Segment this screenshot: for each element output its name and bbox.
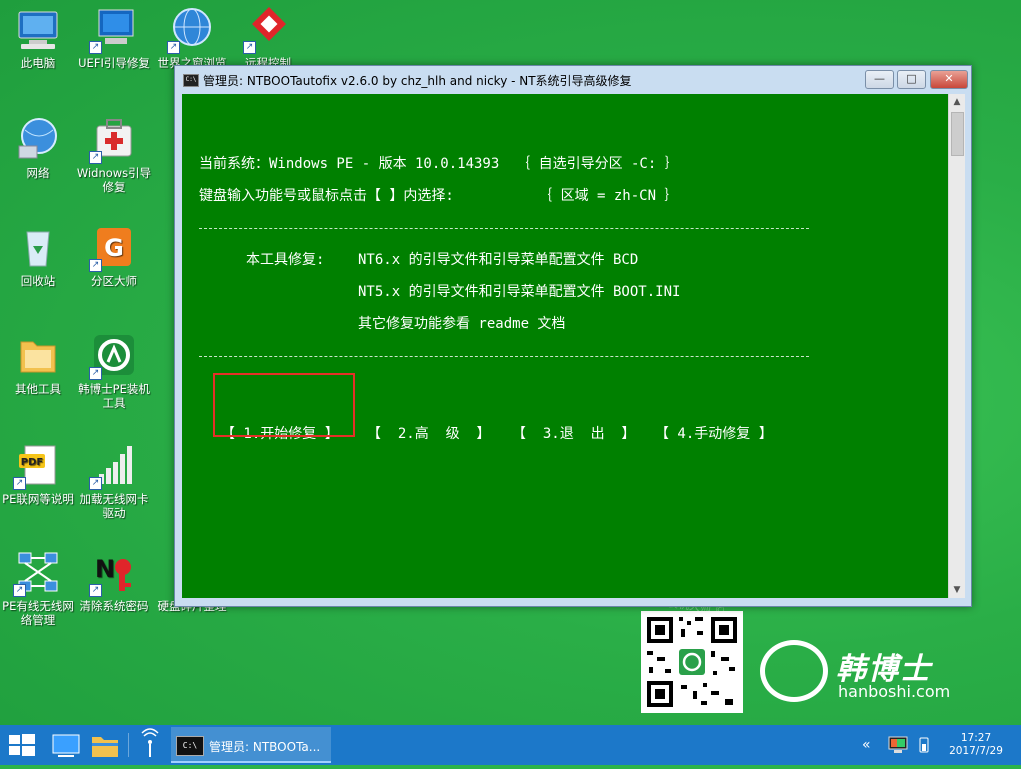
- minimize-button[interactable]: —: [865, 70, 894, 89]
- shortcut-arrow-icon: ↗: [89, 477, 102, 490]
- desktop-icon-label: PE联网等说明: [2, 492, 74, 506]
- svg-text:G: G: [104, 234, 124, 262]
- partition-icon: G ↗: [89, 224, 137, 272]
- folder-icon: [15, 332, 61, 378]
- maximize-button[interactable]: □: [897, 70, 926, 89]
- hanboshi-icon: ↗: [89, 332, 137, 380]
- clock-time[interactable]: 17:27: [946, 732, 1006, 744]
- recycle-bin-icon: [15, 224, 61, 270]
- file-explorer-icon: [92, 737, 118, 757]
- windows-logo-icon: [9, 734, 35, 756]
- console-app-icon: C:\: [176, 736, 204, 756]
- console-area[interactable]: 当前系统：Windows PE - 版本 10.0.14393 ｛ 自选引导分区…: [182, 94, 948, 598]
- key-icon: N ↗: [89, 549, 137, 597]
- vertical-scrollbar[interactable]: ▲ ▼: [948, 94, 965, 598]
- file-explorer-button[interactable]: [88, 725, 122, 765]
- pdf-icon: PDF ↗: [13, 442, 61, 490]
- hanboshi-logo-icon: [760, 640, 828, 702]
- scroll-thumb[interactable]: [951, 112, 964, 156]
- shortcut-arrow-icon: ↗: [167, 41, 180, 54]
- shortcut-arrow-icon: ↗: [89, 151, 102, 164]
- selection-highlight-box: [213, 373, 355, 437]
- desktop-icon-uefi-repair[interactable]: ↗ UEFI引导修复: [76, 2, 152, 70]
- desktop-icon-label: 韩博士PE装机工具: [78, 382, 150, 410]
- desktop-icon-label: Widnows引导修复: [76, 166, 152, 194]
- scroll-up-icon[interactable]: ▲: [949, 94, 965, 110]
- desktop-icon-windows-boot-repair[interactable]: ↗ Widnows引导修复: [76, 112, 152, 194]
- desktop-icon-network[interactable]: 网络: [0, 112, 76, 180]
- shortcut-arrow-icon: ↗: [89, 41, 102, 54]
- desktop-icon-label: 加载无线网卡驱动: [79, 492, 149, 520]
- desktop-button[interactable]: [48, 725, 84, 765]
- console-window[interactable]: C:\ 管理员: NTBOOTautofix v2.6.0 by chz_hlh…: [174, 65, 972, 607]
- wifi-signal-icon: ↗: [89, 442, 137, 490]
- separator-line: [199, 228, 809, 229]
- remote-control-icon: ↗: [243, 6, 291, 54]
- desktop-icon-label: UEFI引导修复: [78, 56, 150, 70]
- network-globe-icon: [15, 116, 61, 162]
- console-app-icon: C:\: [183, 74, 199, 87]
- window-titlebar[interactable]: C:\ 管理员: NTBOOTautofix v2.6.0 by chz_hlh…: [175, 66, 971, 94]
- display-tray-icon[interactable]: [888, 736, 908, 758]
- desktop-icon-pe-network-guide[interactable]: PDF ↗ PE联网等说明: [0, 438, 76, 506]
- desktop-icon-clear-password[interactable]: N ↗ 清除系统密码: [76, 545, 152, 613]
- first-aid-kit-icon: ↗: [89, 116, 137, 164]
- desktop-icon-network-manager[interactable]: ↗ PE有线无线网络管理: [0, 545, 76, 627]
- desktop-icon-label: 此电脑: [20, 56, 56, 70]
- input-prompt-line: 键盘输入功能号或鼠标点击【 】内选择: ｛ 区域 = zh-CN ｝: [199, 188, 679, 204]
- scroll-down-icon[interactable]: ▼: [949, 582, 965, 598]
- network-diagram-icon: ↗: [13, 549, 61, 597]
- desktop-icon-wifi-driver[interactable]: ↗ 加载无线网卡驱动: [76, 438, 152, 520]
- desktop-icon-recycle-bin[interactable]: 回收站: [0, 220, 76, 288]
- svg-text:N: N: [95, 555, 115, 583]
- desktop-icon-browser[interactable]: ↗ 世界之窗浏览: [154, 2, 230, 70]
- desktop-icon-hanboshi-pe[interactable]: ↗ 韩博士PE装机工具: [76, 328, 152, 410]
- desktop-icon-other-tools[interactable]: 其他工具: [0, 328, 76, 396]
- tray-expand-icon[interactable]: «: [862, 737, 871, 753]
- repair-other-line: 其它修复功能参看 readme 文档: [358, 316, 566, 332]
- task-label: 管理员: NTBOOTa...: [209, 740, 321, 754]
- desktop-icon-label: PE有线无线网络管理: [2, 599, 74, 627]
- clock-date[interactable]: 2017/7/29: [946, 745, 1006, 757]
- window-title: 管理员: NTBOOTautofix v2.6.0 by chz_hlh and…: [203, 74, 632, 88]
- desktop-icon-label: 回收站: [20, 274, 56, 288]
- desktop-icon-label: 网络: [26, 166, 50, 180]
- shortcut-arrow-icon: ↗: [89, 259, 102, 272]
- shortcut-arrow-icon: ↗: [243, 41, 256, 54]
- repair-nt5-line: NT5.x 的引导文件和引导菜单配置文件 BOOT.INI: [358, 284, 681, 300]
- separator-line: [199, 356, 809, 357]
- brand-url: hanboshi.com: [838, 682, 951, 701]
- desktop-icon-partition-master[interactable]: G ↗ 分区大师: [76, 220, 152, 288]
- current-system-line: 当前系统：Windows PE - 版本 10.0.14393 ｛ 自选引导分区…: [199, 156, 679, 172]
- desktop-icon-this-pc[interactable]: 此电脑: [0, 2, 76, 70]
- desktop-icon-label: 分区大师: [91, 274, 137, 288]
- menu-exit[interactable]: 【 3.退 出 】: [512, 423, 635, 443]
- desktop: © 韩博士装机大师 © 此电脑 ↗ UEFI引导修复 ↗ 世界之窗浏览 ↗ 远程…: [0, 0, 1021, 725]
- shortcut-arrow-icon: ↗: [13, 477, 26, 490]
- repair-label: 本工具修复:: [246, 252, 325, 268]
- taskbar: C:\ 管理员: NTBOOTa... « 17:27 2017/7/29: [0, 725, 1021, 765]
- taskbar-separator: [128, 733, 129, 757]
- shortcut-arrow-icon: ↗: [89, 584, 102, 597]
- show-desktop-icon: [52, 734, 80, 757]
- start-button[interactable]: [0, 725, 44, 765]
- globe-icon: ↗: [167, 6, 215, 54]
- svg-text:PDF: PDF: [21, 457, 43, 468]
- qr-code: [641, 611, 743, 713]
- shortcut-arrow-icon: ↗: [89, 367, 102, 380]
- computer-icon: [15, 6, 61, 52]
- repair-nt6-line: NT6.x 的引导文件和引导菜单配置文件 BCD: [358, 252, 639, 268]
- close-button[interactable]: ✕: [930, 70, 968, 89]
- desktop-icon-remote-control[interactable]: ↗ 远程控制: [230, 2, 306, 70]
- menu-advanced[interactable]: 【 2.高 级 】: [367, 423, 490, 443]
- monitor-repair-icon: ↗: [89, 6, 137, 54]
- network-tray-button[interactable]: [134, 725, 166, 765]
- desktop-icon-label: 清除系统密码: [79, 599, 149, 613]
- menu-manual-repair[interactable]: 【 4.手动修复 】: [655, 423, 773, 443]
- power-tray-icon[interactable]: [916, 736, 932, 758]
- desktop-icon-label: 其他工具: [15, 382, 61, 396]
- shortcut-arrow-icon: ↗: [13, 584, 26, 597]
- antenna-icon: [141, 728, 159, 757]
- taskbar-console-task[interactable]: C:\ 管理员: NTBOOTa...: [171, 727, 331, 763]
